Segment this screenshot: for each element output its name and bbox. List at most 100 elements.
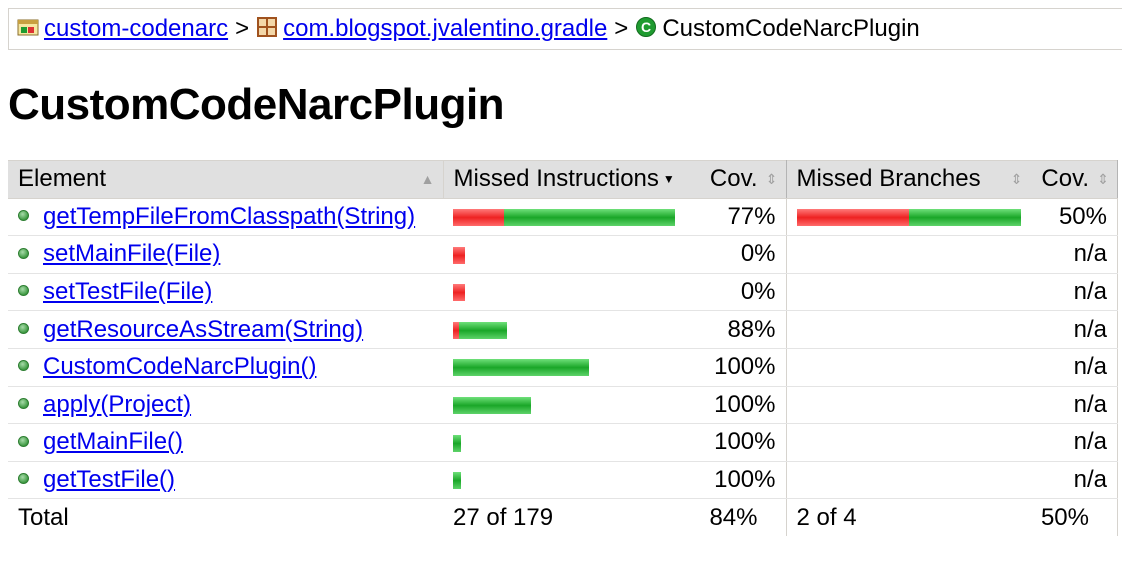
missed-segment [453,209,504,227]
instruction-coverage-bar [453,321,507,339]
breadcrumb-item-report[interactable]: custom-codenarc [17,15,228,43]
branch-coverage: n/a [1030,423,1118,462]
missed-instructions-bar-cell [443,198,689,237]
column-header-missed-instructions-label: Missed Instructions [453,165,659,193]
missed-segment [453,246,465,264]
column-header-cov-label: Cov. [709,165,758,193]
missed-branches-bar-cell [786,273,1031,312]
method-cell: setMainFile(File) [8,235,443,274]
public-method-icon [18,398,29,410]
table-row: getMainFile() 100% n/a [8,423,1118,462]
method-link[interactable]: apply(Project) [43,391,191,418]
missed-instructions-bar-cell [443,310,689,349]
method-cell: setTestFile(File) [8,273,443,312]
column-header-branch-coverage[interactable]: Cov. ⇕ [1030,160,1118,199]
sort-desc-icon: ▼ [662,172,675,187]
table-row: getTestFile() 100% n/a [8,461,1118,500]
missed-instructions-bar-cell [443,461,689,500]
missed-branches-bar-cell [786,198,1031,237]
instruction-coverage-bar [453,246,465,264]
missed-instructions-bar-cell [443,386,689,425]
column-header-missed-instructions[interactable]: Missed Instructions ▼ [442,160,689,199]
total-instruction-coverage: 84% [689,498,787,537]
public-method-icon [18,473,29,485]
covered-segment [453,472,461,490]
branch-coverage: n/a [1030,386,1118,425]
branch-coverage-bar [796,209,1021,227]
table-row: getTempFileFromClasspath(String) 77% 50% [8,198,1118,237]
missed-instructions-bar-cell [443,423,689,462]
missed-branches-bar-cell [786,310,1031,349]
method-link[interactable]: getMainFile() [43,428,183,455]
total-label: Total [8,498,443,537]
method-link[interactable]: CustomCodeNarcPlugin() [43,353,316,380]
covered-segment [459,321,507,339]
missed-segment [796,209,909,227]
total-instructions: 27 of 179 [443,498,689,537]
table-row: setTestFile(File) 0% n/a [8,273,1118,312]
column-header-missed-branches-label: Missed Branches [796,165,981,193]
table-row: CustomCodeNarcPlugin() 100% n/a [8,348,1118,387]
method-link[interactable]: setMainFile(File) [43,240,220,267]
coverage-table: Element ▲ Missed Instructions ▼ Cov. ⇕ M… [8,160,1118,537]
instruction-coverage: 100% [689,386,787,425]
branch-coverage: n/a [1030,273,1118,312]
method-link[interactable]: getTestFile() [43,466,175,493]
branch-coverage: n/a [1030,461,1118,500]
breadcrumb-separator: > [614,15,629,42]
instruction-coverage: 77% [689,198,787,237]
branch-coverage: 50% [1030,198,1118,237]
total-row: Total 27 of 179 84% 2 of 4 50% [8,498,1118,537]
breadcrumb-report-link[interactable]: custom-codenarc [44,15,228,43]
missed-segment [453,284,465,302]
public-method-icon [18,322,29,334]
instruction-coverage-bar [453,434,461,452]
instruction-coverage: 0% [689,273,787,312]
table-header-row: Element ▲ Missed Instructions ▼ Cov. ⇕ M… [8,160,1118,199]
breadcrumb-item-package[interactable]: com.blogspot.jvalentino.gradle [256,15,607,43]
column-header-instruction-coverage[interactable]: Cov. ⇕ [689,160,787,199]
missed-instructions-bar-cell [443,348,689,387]
method-link[interactable]: getTempFileFromClasspath(String) [43,203,415,230]
instruction-coverage-bar [453,397,531,415]
sort-icon: ⇕ [765,171,778,188]
covered-segment [453,434,461,452]
column-header-cov-label: Cov. [1041,165,1089,193]
class-icon: C [635,16,657,38]
instruction-coverage: 88% [689,310,787,349]
method-link[interactable]: setTestFile(File) [43,278,212,305]
branch-coverage: n/a [1030,235,1118,274]
report-icon [17,16,39,38]
breadcrumb-package-link[interactable]: com.blogspot.jvalentino.gradle [283,15,607,43]
covered-segment [453,359,589,377]
instruction-coverage: 100% [689,423,787,462]
breadcrumb-current: CustomCodeNarcPlugin [662,15,920,42]
missed-instructions-bar-cell [443,235,689,274]
sort-icon: ⇕ [1010,171,1023,188]
missed-branches-bar-cell [786,348,1031,387]
instruction-coverage: 0% [689,235,787,274]
breadcrumb: custom-codenarc > com.blogspot.jvalentin… [8,8,1122,50]
column-header-element[interactable]: Element ▲ [8,160,443,199]
covered-segment [453,397,531,415]
method-cell: getTestFile() [8,461,443,500]
covered-segment [908,209,1021,227]
instruction-coverage: 100% [689,348,787,387]
table-row: apply(Project) 100% n/a [8,386,1118,425]
branch-coverage: n/a [1030,310,1118,349]
sort-icon: ⇕ [1097,171,1109,188]
public-method-icon [18,210,29,222]
method-link[interactable]: getResourceAsStream(String) [43,316,363,343]
public-method-icon [18,285,29,297]
table-row: getResourceAsStream(String) 88% n/a [8,310,1118,349]
public-method-icon [18,435,29,447]
package-icon [256,16,278,38]
breadcrumb-item-class: C CustomCodeNarcPlugin [635,15,920,43]
method-cell: getTempFileFromClasspath(String) [8,198,443,237]
column-header-missed-branches[interactable]: Missed Branches ⇕ [786,160,1031,199]
table-row: setMainFile(File) 0% n/a [8,235,1118,274]
public-method-icon [18,360,29,372]
public-method-icon [18,247,29,259]
breadcrumb-separator: > [235,15,250,42]
page-title: CustomCodeNarcPlugin [8,80,505,129]
